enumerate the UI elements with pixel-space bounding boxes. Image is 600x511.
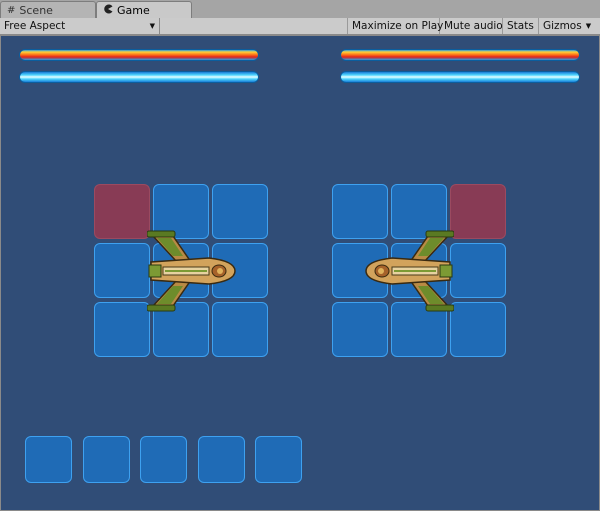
player-ship xyxy=(147,230,236,312)
tab-game-label: Game xyxy=(117,4,150,17)
player-grid-cell[interactable] xyxy=(94,184,150,239)
aspect-label: Free Aspect xyxy=(4,20,66,32)
gizmos-label: Gizmos xyxy=(543,20,582,32)
player-shield-bar xyxy=(19,71,259,83)
tab-scene[interactable]: # Scene xyxy=(0,1,96,18)
hand-slot[interactable] xyxy=(83,436,130,483)
grid-icon: # xyxy=(7,4,16,16)
chevron-down-icon: ▼ xyxy=(585,22,592,30)
mute-label: Mute audio xyxy=(444,20,503,32)
game-toolbar: Free Aspect ▼ Maximize on Play Mute audi… xyxy=(0,18,600,35)
gizmos-dropdown[interactable]: Gizmos ▼ xyxy=(539,18,600,34)
maximize-on-play-toggle[interactable]: Maximize on Play xyxy=(347,18,444,34)
hand-slot[interactable] xyxy=(25,436,72,483)
editor-tab-bar: # Scene Game xyxy=(0,0,600,19)
game-viewport[interactable] xyxy=(0,35,600,511)
player-grid-cell[interactable] xyxy=(94,243,150,298)
mute-audio-toggle[interactable]: Mute audio xyxy=(440,18,503,34)
enemy-health-bar xyxy=(340,49,580,61)
enemy-grid-cell[interactable] xyxy=(450,184,506,239)
aspect-dropdown[interactable]: Free Aspect ▼ xyxy=(0,18,160,34)
tab-scene-label: Scene xyxy=(19,3,53,17)
player-health-bar xyxy=(19,49,259,61)
hand-slot[interactable] xyxy=(255,436,302,483)
enemy-ship xyxy=(365,230,454,312)
hand-slot[interactable] xyxy=(198,436,245,483)
enemy-shield-bar xyxy=(340,71,580,83)
tab-game[interactable]: Game xyxy=(96,1,192,19)
player-grid-cell[interactable] xyxy=(94,302,150,357)
enemy-grid-cell[interactable] xyxy=(450,302,506,357)
maximize-label: Maximize on Play xyxy=(352,20,444,32)
pacman-icon xyxy=(103,4,113,17)
stats-label: Stats xyxy=(507,20,534,32)
chevron-down-icon: ▼ xyxy=(149,22,155,30)
enemy-grid-cell[interactable] xyxy=(450,243,506,298)
hand-slot[interactable] xyxy=(140,436,187,483)
stats-toggle[interactable]: Stats xyxy=(503,18,539,34)
